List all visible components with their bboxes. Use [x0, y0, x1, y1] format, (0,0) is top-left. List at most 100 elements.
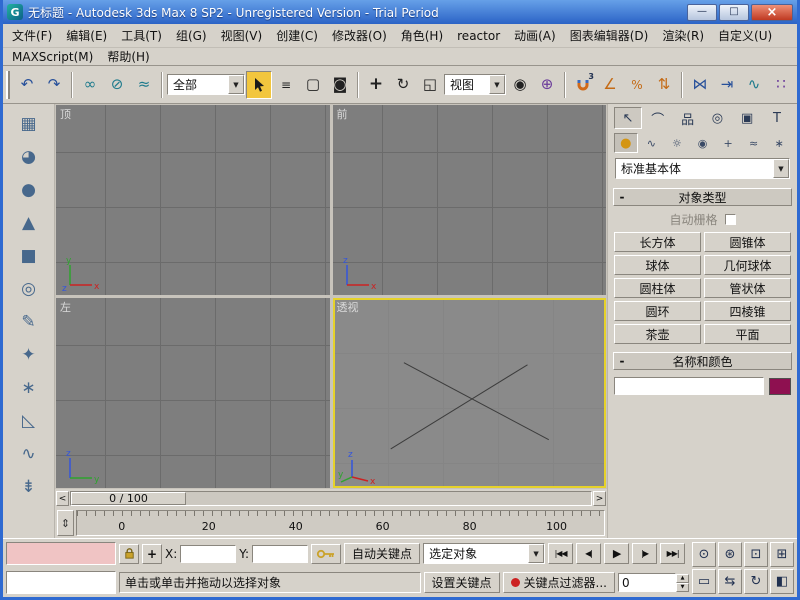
maxscript-listener-line[interactable] — [6, 571, 116, 594]
menu-graph-editors[interactable]: 图表编辑器(D) — [563, 25, 656, 46]
torus-button[interactable]: 圆环 — [614, 301, 701, 321]
zoom-extents-all-button[interactable]: ⊞ — [770, 542, 794, 567]
primitives-dropdown[interactable]: 标准基本体 ▼ — [615, 158, 790, 179]
play-button[interactable]: ▶ — [604, 543, 630, 564]
angle-snap-toggle[interactable]: ∠ — [597, 71, 623, 99]
object-name-input[interactable] — [614, 377, 764, 395]
viewport-front[interactable]: 前 z x — [332, 105, 606, 295]
menu-edit[interactable]: 编辑(E) — [59, 25, 114, 46]
mini-curve-editor-button[interactable]: ⇕ — [57, 510, 74, 536]
absolute-offset-mode-toggle[interactable]: + — [142, 543, 162, 564]
viewport-perspective[interactable]: 透视 z x y — [332, 298, 606, 488]
chevron-down-icon[interactable]: ▼ — [489, 75, 505, 94]
time-slider-next-arrow[interactable]: > — [593, 491, 606, 506]
window-crossing-toggle[interactable]: ◙ — [327, 71, 353, 99]
reference-coordinate-dropdown[interactable]: 视图 ▼ — [444, 74, 506, 95]
tab-create[interactable]: ↖ — [614, 107, 642, 129]
maximize-button[interactable]: □ — [719, 3, 749, 21]
category-spacewarps-button[interactable]: ≈ — [742, 133, 766, 153]
rollout-object-type[interactable]: - 对象类型 — [613, 188, 792, 206]
snap-toggle-3d-button[interactable]: 3 — [570, 71, 596, 99]
y-coordinate-field[interactable] — [252, 544, 309, 563]
region-zoom-button[interactable]: ▭ — [692, 569, 716, 594]
time-slider-track[interactable]: 0 / 100 — [70, 491, 592, 506]
menu-animation[interactable]: 动画(A) — [507, 25, 563, 46]
menu-rendering[interactable]: 渲染(R) — [655, 25, 711, 46]
rectangular-selection-region-button[interactable]: ▢ — [300, 71, 326, 99]
selection-lock-toggle[interactable] — [119, 543, 139, 564]
cone-button[interactable]: 圆锥体 — [704, 232, 791, 252]
tab-utilities[interactable]: T — [763, 107, 791, 129]
tab-tool-icon-8[interactable]: ✦ — [14, 341, 44, 368]
bind-to-spacewarp-icon[interactable]: ≈ — [131, 71, 157, 99]
key-filters-button[interactable]: 关键点过滤器... — [502, 572, 615, 593]
tab-tool-icon-3[interactable]: ● — [14, 176, 44, 203]
select-and-manipulate-button[interactable]: ⊕ — [534, 71, 560, 99]
previous-frame-button[interactable]: ◀| — [576, 543, 602, 564]
select-and-rotate-button[interactable]: ↻ — [390, 71, 416, 99]
current-frame-field[interactable]: 0 — [618, 573, 676, 592]
select-and-scale-button[interactable]: ◱ — [417, 71, 443, 99]
autogrid-checkbox[interactable] — [724, 213, 736, 225]
redo-button[interactable]: ↷ — [41, 71, 67, 99]
x-coordinate-field[interactable] — [180, 544, 237, 563]
close-button[interactable]: × — [751, 3, 793, 21]
time-slider-thumb[interactable]: 0 / 100 — [71, 492, 186, 505]
minimize-button[interactable]: — — [687, 3, 717, 21]
selection-set-dropdown[interactable]: 选定对象 ▼ — [423, 543, 546, 564]
menu-help[interactable]: 帮助(H) — [100, 46, 156, 67]
zoom-all-button[interactable]: ⊛ — [718, 542, 742, 567]
spinner-snap-toggle[interactable]: ⇅ — [651, 71, 677, 99]
percent-snap-toggle[interactable]: % — [624, 71, 650, 99]
viewport-front-label[interactable]: 前 — [337, 106, 348, 122]
next-frame-button[interactable]: |▶ — [632, 543, 658, 564]
select-and-link-icon[interactable]: ∞ — [77, 71, 103, 99]
tab-tool-icon-5[interactable]: ■ — [14, 242, 44, 269]
tab-tool-icon-7[interactable]: ✎ — [14, 308, 44, 335]
arc-rotate-button[interactable]: ↻ — [744, 569, 768, 594]
rollout-name-color[interactable]: - 名称和颜色 — [613, 352, 792, 370]
track-bar-ruler[interactable]: 0 20 40 60 80 100 — [76, 510, 605, 536]
menu-create[interactable]: 创建(C) — [269, 25, 325, 46]
menu-maxscript[interactable]: MAXScript(M) — [5, 48, 100, 66]
box-button[interactable]: 长方体 — [614, 232, 701, 252]
tab-modify[interactable]: ⌒ — [644, 107, 672, 129]
geosphere-button[interactable]: 几何球体 — [704, 255, 791, 275]
select-by-name-button[interactable]: ≡ — [273, 71, 299, 99]
category-cameras-button[interactable]: ◉ — [691, 133, 715, 153]
chevron-down-icon[interactable]: ▼ — [528, 544, 545, 563]
menu-character[interactable]: 角色(H) — [394, 25, 450, 46]
viewport-perspective-label[interactable]: 透视 — [337, 299, 359, 315]
tab-motion[interactable]: ◎ — [703, 107, 731, 129]
time-slider-prev-arrow[interactable]: < — [56, 491, 69, 506]
pan-button[interactable]: ⇆ — [718, 569, 742, 594]
viewport-left[interactable]: 左 z y — [56, 298, 330, 488]
mirror-button[interactable]: ⋈ — [687, 71, 713, 99]
menu-group[interactable]: 组(G) — [169, 25, 214, 46]
tab-tool-icon-1[interactable]: ▦ — [14, 110, 44, 137]
tube-button[interactable]: 管状体 — [704, 278, 791, 298]
zoom-extents-button[interactable]: ⊡ — [744, 542, 768, 567]
toolbar-drag-handle[interactable] — [6, 70, 10, 99]
select-object-button[interactable] — [246, 70, 272, 99]
unlink-selection-icon[interactable]: ⊘ — [104, 71, 130, 99]
maxscript-macro-recorder-line[interactable] — [6, 542, 116, 565]
go-to-end-button[interactable]: ▶▶| — [660, 543, 686, 564]
curve-editor-button[interactable]: ∿ — [741, 71, 767, 99]
set-key-button[interactable]: 设置关键点 — [423, 572, 500, 593]
chevron-down-icon[interactable]: ▼ — [228, 75, 244, 94]
go-to-start-button[interactable]: |◀◀ — [548, 543, 574, 564]
min-max-toggle-button[interactable]: ◧ — [770, 569, 794, 594]
select-and-move-button[interactable]: + — [363, 71, 389, 99]
viewport-left-label[interactable]: 左 — [60, 299, 71, 315]
spinner-up-icon[interactable]: ▲ — [676, 573, 689, 583]
menu-tools[interactable]: 工具(T) — [114, 25, 169, 46]
set-keys-button[interactable] — [311, 543, 342, 564]
render-button[interactable]: ◆ — [795, 71, 800, 99]
tab-tool-icon-10[interactable]: ◺ — [14, 407, 44, 434]
category-geometry-button[interactable]: ● — [614, 133, 638, 153]
align-button[interactable]: ⇥ — [714, 71, 740, 99]
plane-button[interactable]: 平面 — [704, 324, 791, 344]
teapot-button[interactable]: 茶壶 — [614, 324, 701, 344]
category-lights-button[interactable]: ☼ — [665, 133, 689, 153]
